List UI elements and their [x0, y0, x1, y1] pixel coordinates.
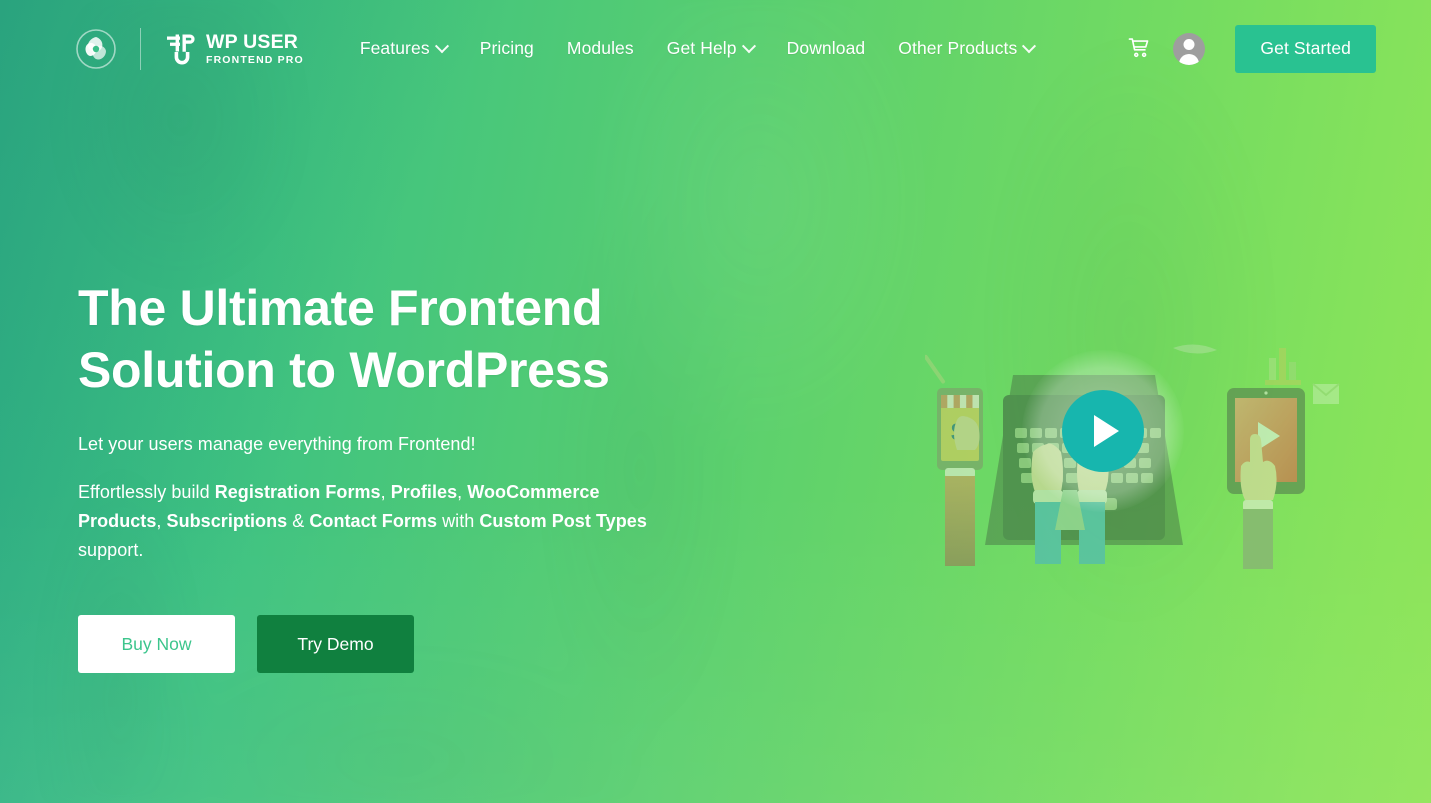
avatar-body	[1179, 53, 1200, 65]
nav-item-other-products[interactable]: Other Products	[898, 38, 1037, 59]
try-demo-button[interactable]: Try Demo	[257, 615, 414, 674]
desc-part-1: Effortlessly build	[78, 482, 215, 502]
hero-tagline: Let your users manage everything from Fr…	[78, 434, 476, 454]
desc-bold-custom-post-types: Custom Post Types	[479, 511, 647, 532]
headline-line-2: Solution to WordPress	[78, 341, 610, 398]
hero-content: The Ultimate Frontend Solution to WordPr…	[78, 278, 718, 674]
nav-item-download[interactable]: Download	[787, 38, 866, 59]
hero-section: WP USER FRONTEND PRO Features Pricing Mo…	[0, 0, 1431, 803]
brand-area[interactable]: WP USER FRONTEND PRO	[76, 27, 304, 70]
desc-bold-contact-forms: Contact Forms	[309, 511, 438, 532]
get-started-button[interactable]: Get Started	[1235, 24, 1376, 73]
buy-now-button[interactable]: Buy Now	[78, 615, 235, 674]
nav-label: Download	[786, 38, 866, 58]
desc-part-7: support.	[78, 540, 144, 561]
brand-tagline: FRONTEND PRO	[206, 54, 304, 66]
nav-item-features[interactable]: Features	[359, 38, 449, 59]
desc-part-2: ,	[380, 482, 391, 502]
desc-part-6: with	[437, 511, 480, 532]
avatar-head	[1183, 38, 1195, 50]
desc-bold-subscriptions: Subscriptions	[166, 511, 288, 532]
play-button-icon[interactable]	[1062, 390, 1144, 472]
brand-divider	[140, 27, 141, 70]
play-button[interactable]	[1062, 390, 1144, 472]
user-avatar-icon[interactable]	[1173, 32, 1206, 65]
shopping-cart-icon[interactable]	[1121, 31, 1157, 67]
site-header: WP USER FRONTEND PRO Features Pricing Mo…	[0, 0, 1431, 97]
nav-label: Features	[359, 38, 430, 58]
wpuf-bolt-icon	[167, 33, 197, 65]
nav-label: Get Help	[666, 38, 737, 58]
headline-line-1: The Ultimate Frontend	[78, 280, 603, 336]
chevron-down-icon	[741, 38, 756, 53]
header-actions: Get Started	[1121, 24, 1376, 73]
desc-bold-profiles: Profiles	[390, 482, 458, 502]
chevron-down-icon	[1022, 38, 1037, 53]
nav-item-modules[interactable]: Modules	[567, 38, 634, 59]
hero-cta-row: Buy Now Try Demo	[78, 615, 718, 674]
nav-label: Pricing	[479, 38, 534, 58]
nav-item-get-help[interactable]: Get Help	[666, 38, 756, 59]
brand-name: WP USER	[206, 30, 299, 53]
main-navigation: Features Pricing Modules Get Help Downlo…	[359, 38, 1037, 59]
chevron-down-icon	[434, 38, 449, 53]
page-title: The Ultimate Frontend Solution to WordPr…	[78, 278, 718, 401]
nav-item-pricing[interactable]: Pricing	[480, 38, 534, 59]
desc-part-4: ,	[156, 511, 167, 532]
play-triangle	[1094, 415, 1119, 447]
brand-wordmark: WP USER FRONTEND PRO	[206, 32, 304, 66]
swirl-logo-icon[interactable]	[76, 28, 116, 69]
desc-part-3: ,	[457, 482, 468, 502]
nav-label: Other Products	[898, 38, 1018, 58]
wpuf-logo[interactable]: WP USER FRONTEND PRO	[167, 32, 304, 66]
desc-part-5: &	[287, 511, 310, 532]
desc-bold-registration-forms: Registration Forms	[214, 482, 381, 502]
nav-label: Modules	[566, 38, 634, 58]
hero-description: Effortlessly build Registration Forms, P…	[78, 478, 668, 565]
